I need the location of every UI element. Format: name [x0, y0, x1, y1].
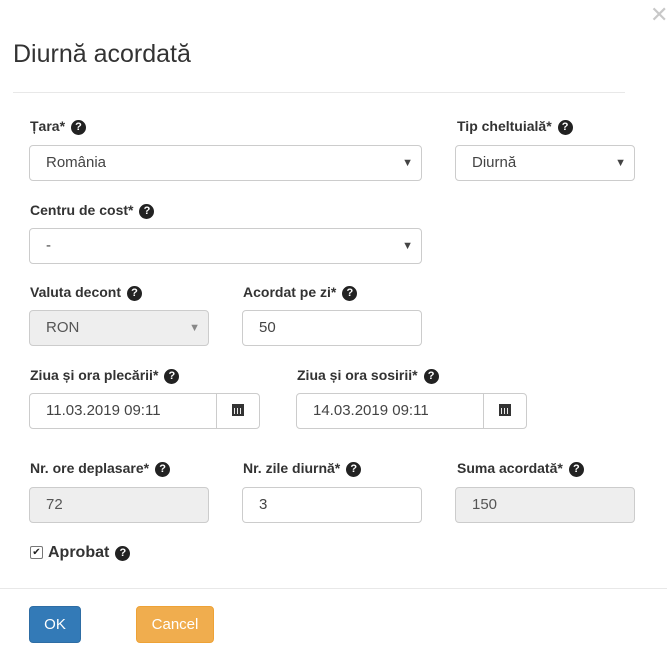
aprobat-label: Aprobat? — [48, 543, 131, 563]
help-icon[interactable]: ? — [423, 369, 439, 384]
help-icon[interactable]: ? — [164, 369, 180, 384]
help-icon[interactable]: ? — [342, 286, 358, 301]
ore-input: 72 — [29, 487, 209, 523]
cancel-button[interactable]: Cancel — [136, 606, 214, 643]
tara-label: Țara*? — [30, 116, 87, 136]
help-icon[interactable]: ? — [71, 120, 87, 135]
centru-cost-label: Centru de cost*? — [30, 200, 155, 220]
acordat-label: Acordat pe zi*? — [243, 282, 358, 302]
sosire-input[interactable]: 14.03.2019 09:11 — [296, 393, 484, 429]
chevron-down-icon: ▼ — [615, 157, 626, 169]
suma-input: 150 — [455, 487, 635, 523]
suma-label: Suma acordată*? — [457, 458, 584, 478]
zile-input[interactable]: 3 — [242, 487, 422, 523]
centru-cost-select[interactable]: - ▼ — [29, 228, 422, 264]
valuta-label: Valuta decont? — [30, 282, 143, 302]
chevron-down-icon: ▼ — [402, 157, 413, 169]
footer-divider — [0, 588, 667, 589]
plecare-input[interactable]: 11.03.2019 09:11 — [29, 393, 217, 429]
acordat-input[interactable]: 50 — [242, 310, 422, 346]
help-icon[interactable]: ? — [139, 204, 155, 219]
plecare-calendar-button[interactable] — [216, 393, 260, 429]
ok-button[interactable]: OK — [29, 606, 81, 643]
tip-cheltuiala-label: Tip cheltuială*? — [457, 116, 573, 136]
zile-label: Nr. zile diurnă*? — [243, 458, 362, 478]
header-divider — [13, 92, 625, 93]
help-icon[interactable]: ? — [346, 462, 362, 477]
calendar-icon — [499, 404, 511, 416]
tara-select[interactable]: România ▼ — [29, 145, 422, 181]
valuta-select: RON ▼ — [29, 310, 209, 346]
plecare-label: Ziua și ora plecării*? — [30, 365, 180, 385]
help-icon[interactable]: ? — [568, 462, 584, 477]
ore-label: Nr. ore deplasare*? — [30, 458, 171, 478]
close-icon[interactable]: ✕ — [650, 4, 667, 26]
help-icon[interactable]: ? — [127, 286, 143, 301]
help-icon[interactable]: ? — [115, 546, 131, 561]
aprobat-checkbox[interactable]: ✔ — [30, 546, 43, 559]
dialog-title: Diurnă acordată — [13, 40, 191, 68]
chevron-down-icon: ▼ — [402, 240, 413, 252]
sosire-calendar-button[interactable] — [483, 393, 527, 429]
help-icon[interactable]: ? — [155, 462, 171, 477]
calendar-icon — [232, 404, 244, 416]
help-icon[interactable]: ? — [557, 120, 573, 135]
tip-cheltuiala-select[interactable]: Diurnă ▼ — [455, 145, 635, 181]
chevron-down-icon: ▼ — [189, 322, 200, 334]
sosire-label: Ziua și ora sosirii*? — [297, 365, 439, 385]
